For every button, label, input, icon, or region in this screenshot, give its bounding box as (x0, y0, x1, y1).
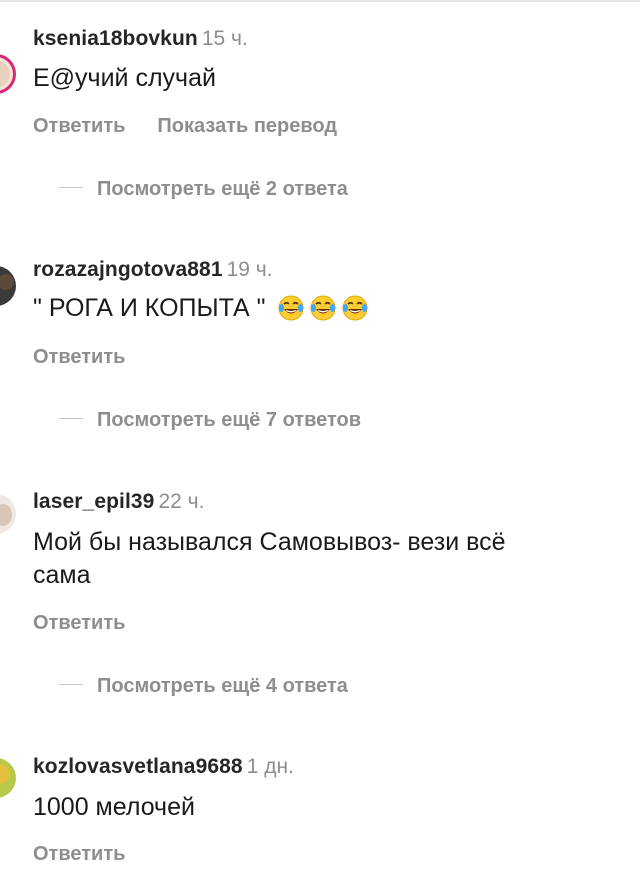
top-divider (0, 0, 640, 2)
replies-divider (59, 418, 83, 420)
avatar[interactable] (0, 54, 16, 94)
comment-header: kozlovasvetlana9688 1 дн. (33, 755, 294, 779)
comment-text: 1000 мелочей (33, 793, 195, 821)
view-replies-button[interactable]: Посмотреть ещё 2 ответа (59, 178, 348, 201)
comment-text-content: " РОГА И КОПЫТА " (33, 294, 266, 322)
username[interactable]: laser_epil39 (33, 490, 154, 513)
view-replies-label: Посмотреть ещё 4 ответа (97, 675, 348, 697)
view-replies-button[interactable]: Посмотреть ещё 4 ответа (59, 675, 348, 698)
view-replies-label: Посмотреть ещё 2 ответа (97, 178, 348, 200)
replies-divider (59, 187, 83, 189)
comment-actions: Ответить Показать перевод (33, 115, 369, 138)
comment-header: ksenia18bovkun 15 ч. (33, 27, 248, 51)
comment-text: Е@учий случай (33, 64, 216, 92)
view-replies-button[interactable]: Посмотреть ещё 7 ответов (59, 409, 361, 432)
comment-text: Мой бы назывался Самовывоз- вези всё сам… (33, 526, 623, 592)
username[interactable]: rozazajngotova881 (33, 258, 223, 281)
avatar[interactable] (0, 266, 16, 306)
comment-header: rozazajngotova881 19 ч. (33, 258, 273, 282)
face-with-tears-of-joy-icon (278, 295, 304, 321)
timestamp: 1 дн. (246, 755, 294, 778)
username[interactable]: ksenia18bovkun (33, 27, 198, 50)
username[interactable]: kozlovasvetlana9688 (33, 755, 243, 778)
view-replies-label: Посмотреть ещё 7 ответов (97, 409, 362, 431)
face-with-tears-of-joy-icon (310, 295, 336, 321)
comment-actions: Ответить (33, 843, 157, 866)
comment-header: laser_epil39 22 ч. (33, 490, 204, 514)
face-with-tears-of-joy-icon (342, 295, 368, 321)
avatar[interactable] (0, 758, 16, 798)
reply-button[interactable]: Ответить (33, 346, 125, 369)
replies-divider (59, 684, 83, 686)
reply-button[interactable]: Ответить (33, 115, 125, 138)
comment-text-line: сама (33, 561, 91, 589)
comment-actions: Ответить (33, 612, 157, 635)
comment-actions: Ответить (33, 346, 157, 369)
timestamp: 19 ч. (226, 258, 273, 281)
show-translation-button[interactable]: Показать перевод (157, 115, 337, 138)
comment-text-line: Мой бы назывался Самовывоз- вези всё (33, 528, 506, 556)
reply-button[interactable]: Ответить (33, 612, 125, 635)
reply-button[interactable]: Ответить (33, 843, 125, 866)
timestamp: 15 ч. (201, 27, 248, 50)
comment-text: " РОГА И КОПЫТА " (33, 292, 623, 325)
avatar[interactable] (0, 494, 16, 534)
timestamp: 22 ч. (158, 490, 205, 513)
